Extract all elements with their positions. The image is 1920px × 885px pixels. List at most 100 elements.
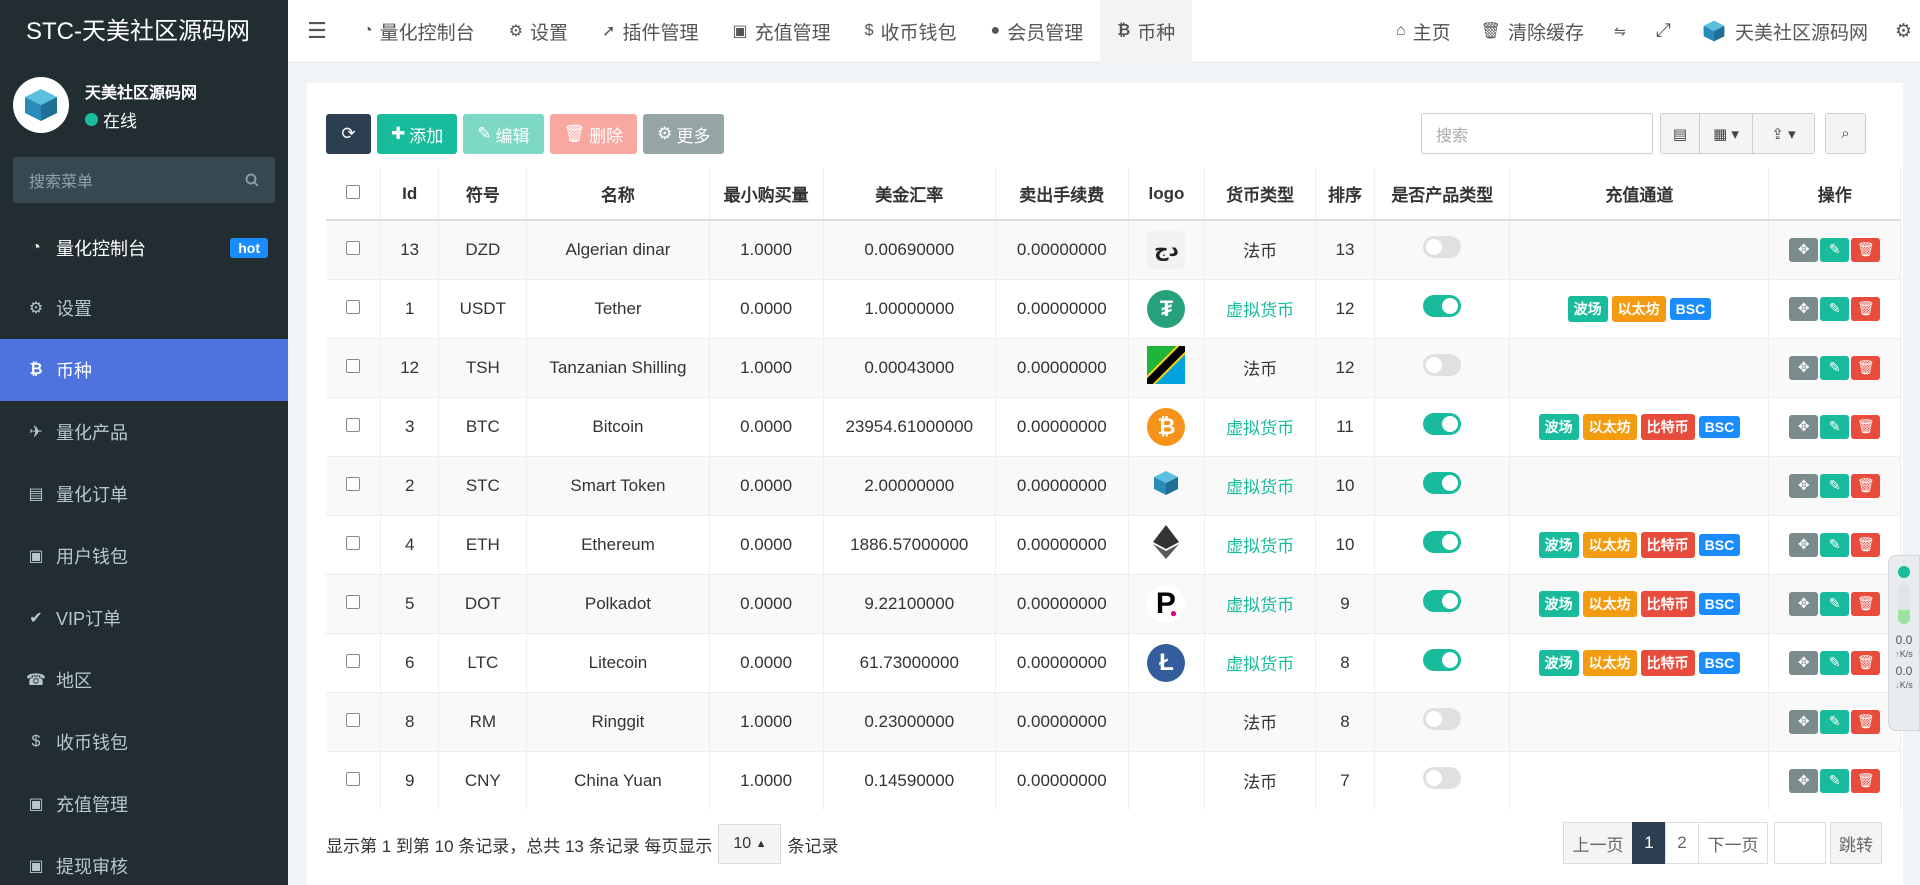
next-page-button[interactable]: 下一页 [1698, 822, 1768, 864]
product-type-toggle[interactable] [1423, 472, 1462, 494]
cell-currency-type[interactable]: 虚拟货币 [1204, 278, 1316, 338]
drag-move-button[interactable]: ✥ [1789, 473, 1819, 498]
app-title[interactable]: STC-天美社区源码网 [0, 0, 288, 63]
network-speed-widget[interactable]: 0.0 ↑K/s 0.0 ↓K/s [1888, 555, 1920, 731]
search-button[interactable]: ⌕ [1825, 113, 1866, 154]
product-type-toggle[interactable] [1423, 354, 1462, 376]
row-delete-button[interactable]: 🗑 [1851, 473, 1881, 498]
table-row[interactable]: 6 LTC Litecoin 0.0000 61.73000000 0.00000000 Ł… [326, 632, 1901, 692]
column-header[interactable]: 是否产品类型 [1374, 168, 1511, 221]
drag-move-button[interactable]: ✥ [1789, 591, 1819, 616]
row-checkbox[interactable] [326, 278, 382, 338]
row-checkbox[interactable] [326, 396, 382, 456]
row-checkbox[interactable] [326, 455, 382, 515]
delete-button[interactable]: 🗑 删除 [549, 114, 638, 154]
menu-toggle-button[interactable]: ☰ [288, 0, 346, 63]
sidebar-item-recharge[interactable]: ▣ 充值管理 [0, 773, 288, 835]
column-header[interactable]: 符号 [438, 168, 528, 221]
menu-search-input[interactable]: 搜索菜单 [13, 157, 275, 203]
row-edit-button[interactable]: ✎ [1820, 709, 1850, 734]
more-button[interactable]: ⚙ 更多 [643, 114, 725, 154]
drag-move-button[interactable]: ✥ [1789, 237, 1819, 262]
tab-members[interactable]: ● 会员管理 [974, 0, 1101, 63]
clear-cache-button[interactable]: 🗑 清除缓存 [1466, 0, 1599, 63]
home-link[interactable]: ⌂ 主页 [1381, 0, 1466, 63]
cell-product-toggle[interactable] [1374, 573, 1511, 633]
row-delete-button[interactable]: 🗑 [1851, 591, 1881, 616]
cell-currency-type[interactable]: 虚拟货币 [1204, 573, 1316, 633]
row-delete-button[interactable]: 🗑 [1851, 237, 1881, 262]
cell-product-toggle[interactable] [1374, 337, 1511, 397]
tab-receive-wallet[interactable]: $ 收币钱包 [848, 0, 974, 63]
column-header[interactable]: 最小购买量 [709, 168, 824, 221]
product-type-toggle[interactable] [1423, 413, 1462, 435]
cell-product-toggle[interactable] [1374, 219, 1511, 279]
toggle-view-button[interactable]: ▤ [1660, 113, 1700, 154]
drag-move-button[interactable]: ✥ [1789, 650, 1819, 675]
translate-button[interactable]: ⇋ [1599, 0, 1641, 63]
table-row[interactable]: 8 RM Ringgit 1.0000 0.23000000 0.00000000 法币 8 ✥… [326, 691, 1901, 751]
sidebar-item-vip-orders[interactable]: ✔ VIP订单 [0, 587, 288, 649]
product-type-toggle[interactable] [1423, 649, 1462, 671]
product-type-toggle[interactable] [1423, 531, 1462, 553]
drag-move-button[interactable]: ✥ [1789, 709, 1819, 734]
row-delete-button[interactable]: 🗑 [1851, 296, 1881, 321]
cell-product-toggle[interactable] [1374, 632, 1511, 692]
cell-product-toggle[interactable] [1374, 514, 1511, 574]
column-header[interactable]: Id [380, 168, 440, 221]
row-checkbox[interactable] [326, 337, 382, 397]
row-checkbox[interactable] [326, 750, 382, 810]
column-header[interactable]: 卖出手续费 [995, 168, 1129, 221]
cell-currency-type[interactable]: 法币 [1204, 337, 1316, 397]
table-row[interactable]: 9 CNY China Yuan 1.0000 0.14590000 0.00000000… [326, 750, 1901, 810]
row-checkbox[interactable] [326, 573, 382, 633]
jump-button[interactable]: 跳转 [1830, 822, 1882, 864]
row-checkbox[interactable] [326, 632, 382, 692]
row-edit-button[interactable]: ✎ [1820, 650, 1850, 675]
product-type-toggle[interactable] [1423, 708, 1462, 730]
edit-button[interactable]: ✎ 编辑 [463, 114, 544, 154]
row-delete-button[interactable]: 🗑 [1851, 414, 1881, 439]
settings-gear-button[interactable]: ⚙ [1883, 0, 1920, 63]
page-size-select[interactable]: 10 ▲ [718, 824, 782, 864]
table-row[interactable]: 12 TSH Tanzanian Shilling 1.0000 0.00043000 0… [326, 337, 1901, 397]
jump-page-input[interactable] [1774, 822, 1826, 864]
table-row[interactable]: 3 BTC Bitcoin 0.0000 23954.61000000 0.0000000… [326, 396, 1901, 456]
sidebar-item-quant-products[interactable]: ✈ 量化产品 [0, 401, 288, 463]
cell-product-toggle[interactable] [1374, 691, 1511, 751]
table-row[interactable]: 4 ETH Ethereum 0.0000 1886.57000000 0.0000000… [326, 514, 1901, 574]
sidebar-item-dashboard[interactable]: ◔ 量化控制台 hot [0, 219, 288, 277]
cell-currency-type[interactable]: 法币 [1204, 691, 1316, 751]
drag-move-button[interactable]: ✥ [1789, 355, 1819, 380]
product-type-toggle[interactable] [1423, 767, 1462, 790]
row-edit-button[interactable]: ✎ [1820, 591, 1850, 616]
cell-product-toggle[interactable] [1374, 278, 1511, 338]
column-header[interactable]: 充值通道 [1509, 168, 1770, 221]
columns-button[interactable]: ▦ ▾ [1699, 113, 1753, 154]
row-edit-button[interactable]: ✎ [1820, 355, 1850, 380]
sidebar-item-currency[interactable]: ₿ 币种 [0, 339, 288, 401]
column-header[interactable]: 操作 [1768, 168, 1901, 221]
cell-currency-type[interactable]: 法币 [1204, 750, 1316, 810]
site-profile[interactable]: 天美社区源码网 [1686, 0, 1883, 63]
column-header[interactable]: 名称 [526, 168, 710, 221]
drag-move-button[interactable]: ✥ [1789, 414, 1819, 439]
cell-product-toggle[interactable] [1374, 750, 1511, 810]
row-checkbox[interactable] [326, 691, 382, 751]
add-button[interactable]: ✚ 添加 [377, 114, 458, 154]
row-delete-button[interactable]: 🗑 [1851, 355, 1881, 380]
table-row[interactable]: 5 DOT Polkadot 0.0000 9.22100000 0.00000000 P ●… [326, 573, 1901, 633]
column-header[interactable]: 美金汇率 [823, 168, 996, 221]
refresh-button[interactable]: ⟳ [326, 114, 371, 154]
fullscreen-button[interactable]: ⤢ [1641, 0, 1686, 63]
tab-settings[interactable]: ⚙ 设置 [492, 0, 585, 63]
table-row[interactable]: 2 STC Smart Token 0.0000 2.00000000 0.0000000… [326, 455, 1901, 515]
row-edit-button[interactable]: ✎ [1820, 768, 1850, 793]
row-checkbox[interactable] [326, 514, 382, 574]
tab-recharge[interactable]: ▣ 充值管理 [715, 0, 847, 63]
row-delete-button[interactable]: 🗑 [1851, 709, 1881, 734]
row-edit-button[interactable]: ✎ [1820, 296, 1850, 321]
export-button[interactable]: ⇪ ▾ [1752, 113, 1815, 154]
product-type-toggle[interactable] [1423, 295, 1462, 317]
sidebar-item-withdraw-review[interactable]: ▣ 提现审核 [0, 835, 288, 885]
